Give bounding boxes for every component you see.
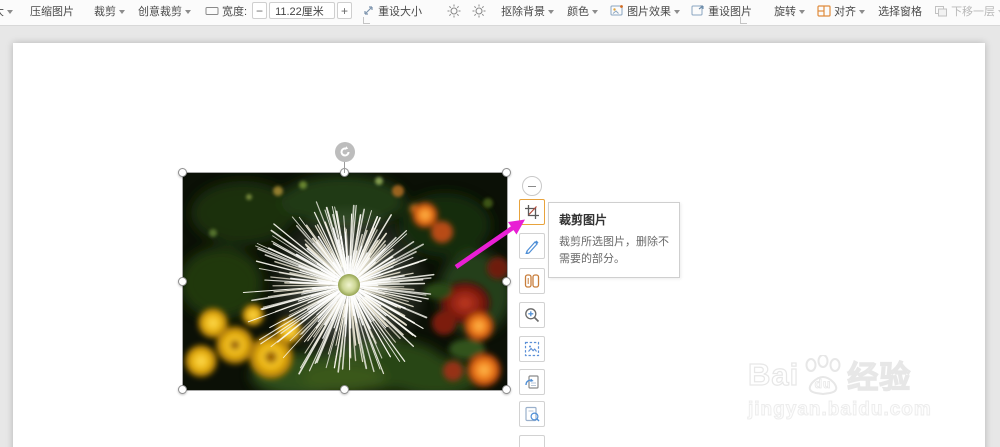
document-search-icon <box>524 406 540 422</box>
tooltip-body: 裁剪所选图片，删除不需要的部分。 <box>559 234 669 268</box>
chevron-down-icon <box>548 10 554 14</box>
crop-tooltip: 裁剪图片 裁剪所选图片，删除不需要的部分。 <box>548 202 680 278</box>
dashed-frame-icon <box>524 341 540 357</box>
app-window: 大 压缩图片 裁剪 创意裁剪 宽度: − 11.22厘米 + 重设大小 <box>0 0 1000 447</box>
align-icon <box>817 5 831 17</box>
layout-panels-icon <box>524 273 540 289</box>
width-icon <box>205 5 219 17</box>
minus-icon <box>528 186 536 187</box>
crop-picture-button[interactable] <box>519 199 545 225</box>
selection-pane-button[interactable]: 选择窗格 <box>878 3 922 18</box>
resize-handle-bottom-right[interactable] <box>502 385 511 394</box>
align-button[interactable]: 对齐 <box>817 3 865 18</box>
chevron-down-icon <box>185 10 191 14</box>
watermark-logo-line: Bai du 经验 <box>748 352 988 397</box>
collapse-side-toolbar-button[interactable] <box>522 176 542 196</box>
chevron-down-icon <box>674 10 680 14</box>
reset-size-icon <box>362 4 375 17</box>
send-backward-icon <box>934 5 948 17</box>
reset-picture-button[interactable]: 重设图片 <box>691 3 752 18</box>
width-increase-button[interactable]: + <box>337 2 352 19</box>
width-value-field[interactable]: 11.22厘米 <box>269 2 335 19</box>
resize-handle-middle-left[interactable] <box>178 277 187 286</box>
watermark-bai-text: Bai <box>748 357 799 393</box>
crop-menu-button[interactable]: 裁剪 <box>94 3 125 18</box>
resize-handle-top-right[interactable] <box>502 168 511 177</box>
rotate-button[interactable]: 旋转 <box>774 3 805 18</box>
remove-background-button[interactable]: 抠除背景 <box>501 3 554 18</box>
contrast-button[interactable] <box>472 3 486 18</box>
width-label: 宽度: <box>222 3 247 19</box>
zoom-picture-button[interactable] <box>519 302 545 328</box>
baidu-jingyan-watermark: Bai du 经验 jingyan.baidu.com <box>748 352 988 421</box>
save-as-picture-button[interactable] <box>519 369 545 395</box>
group-dialog-launcher[interactable] <box>740 17 747 24</box>
toolbar-item-size-partial[interactable]: 大 <box>0 3 13 18</box>
watermark-du-text: du <box>815 377 832 391</box>
brightness-up-button[interactable] <box>447 3 461 18</box>
selected-flower-image[interactable] <box>183 173 507 390</box>
resize-handle-bottom-left[interactable] <box>178 385 187 394</box>
more-side-button-partial[interactable] <box>519 435 545 447</box>
reset-size-button[interactable]: 重设大小 <box>362 3 422 18</box>
reset-picture-icon <box>691 4 705 17</box>
picture-effects-button[interactable]: 图片效果 <box>610 3 680 18</box>
crop-icon <box>524 204 540 220</box>
beautify-pen-button[interactable] <box>519 233 545 259</box>
resize-handle-bottom-center[interactable] <box>340 385 349 394</box>
brightness-icon <box>447 4 461 18</box>
pen-icon <box>524 238 540 254</box>
watermark-cn-text: 经验 <box>847 352 911 397</box>
watermark-url: jingyan.baidu.com <box>748 399 988 421</box>
contrast-icon <box>472 4 486 18</box>
size-partial-label: 大 <box>0 3 4 19</box>
frame-select-button[interactable] <box>519 336 545 362</box>
document-arrow-icon <box>524 374 540 390</box>
compress-picture-button[interactable]: 压缩图片 <box>30 3 74 18</box>
tooltip-title: 裁剪图片 <box>559 211 669 228</box>
rotate-icon <box>338 145 352 159</box>
chevron-down-icon <box>592 10 598 14</box>
chevron-down-icon <box>119 10 125 14</box>
picture-tools-toolbar: 大 压缩图片 裁剪 创意裁剪 宽度: − 11.22厘米 + 重设大小 <box>0 0 1000 26</box>
layout-options-button[interactable] <box>519 268 545 294</box>
chevron-down-icon <box>859 10 865 14</box>
send-backward-button[interactable]: 下移一层 <box>934 3 1000 18</box>
paw-print-icon: du <box>801 355 845 395</box>
creative-crop-button[interactable]: 创意裁剪 <box>138 3 191 18</box>
chevron-down-icon <box>7 10 13 14</box>
color-button[interactable]: 颜色 <box>567 3 598 18</box>
resize-handle-top-left[interactable] <box>178 168 187 177</box>
group-dialog-launcher[interactable] <box>363 17 370 24</box>
rotation-handle-connector <box>344 161 345 173</box>
width-decrease-button[interactable]: − <box>252 2 267 19</box>
resize-handle-middle-right[interactable] <box>502 277 511 286</box>
zoom-in-icon <box>524 307 540 323</box>
width-group: 宽度: − 11.22厘米 + <box>205 3 352 18</box>
chevron-down-icon <box>799 10 805 14</box>
picture-effects-icon <box>610 4 624 17</box>
rotation-handle[interactable] <box>335 142 355 162</box>
find-similar-picture-button[interactable] <box>519 401 545 427</box>
